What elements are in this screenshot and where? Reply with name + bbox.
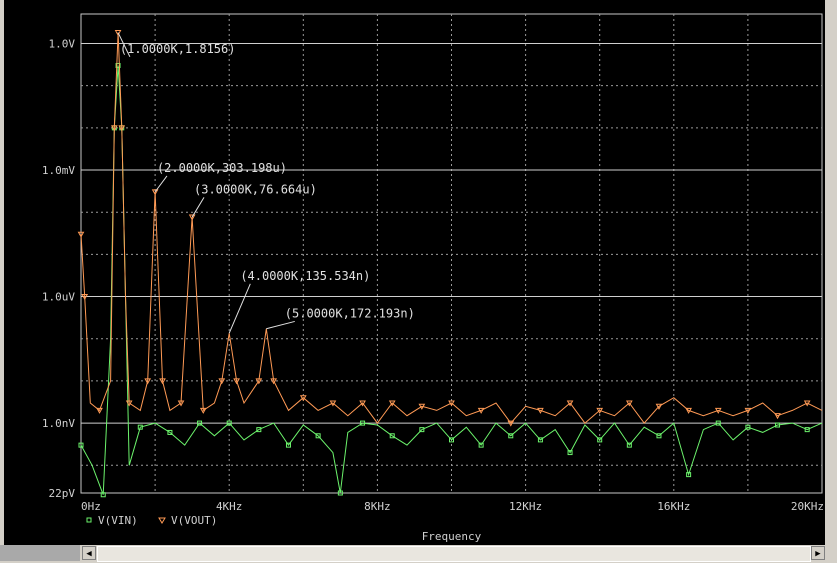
legend-marker-icon [158,517,166,524]
data-label: (3.0000K,76.664u) [194,182,317,196]
data-label: (1.0000K,1.8156) [120,42,236,56]
x-tick-label: 16KHz [657,500,690,513]
legend-marker-icon [86,517,92,523]
y-tick-label: 22pV [49,487,76,500]
legend-item-label[interactable]: V(VOUT) [171,514,217,527]
data-label: (4.0000K,135.534n) [240,269,370,283]
legend-item-label[interactable]: V(VIN) [98,514,138,527]
x-tick-label: 12KHz [509,500,542,513]
horizontal-scrollbar[interactable]: ◀ ▶ [0,545,837,563]
x-tick-label: 20KHz [791,500,824,513]
scroll-track[interactable] [97,546,811,562]
window-right-border [825,0,837,545]
window-left-border [0,0,4,570]
x-tick-label: 4KHz [216,500,243,513]
y-tick-label: 1.0uV [42,291,75,304]
y-tick-label: 1.0V [49,37,76,50]
x-tick-label: 0Hz [81,500,101,513]
scroll-left-arrow-icon[interactable]: ◀ [82,546,96,560]
status-strip [0,563,837,570]
y-tick-label: 1.0mV [42,164,75,177]
scroll-right-arrow-icon[interactable]: ▶ [811,546,825,560]
data-label: (2.0000K,303.198u) [157,161,287,175]
scrollbar-corner [0,545,80,561]
x-axis-title: Frequency [422,530,482,543]
probe-window: 1.0V 1.0mV 1.0uV 1.0nV 22pV 0Hz 4KHz 8KHz 12KHz 1… [0,0,837,570]
y-tick-label: 1.0nV [42,417,75,430]
x-tick-label: 8KHz [364,500,391,513]
plot-area[interactable]: 1.0V 1.0mV 1.0uV 1.0nV 22pV 0Hz 4KHz 8KHz 12KHz 1… [0,0,837,545]
data-label: (5.0000K,172.193n) [285,306,415,320]
